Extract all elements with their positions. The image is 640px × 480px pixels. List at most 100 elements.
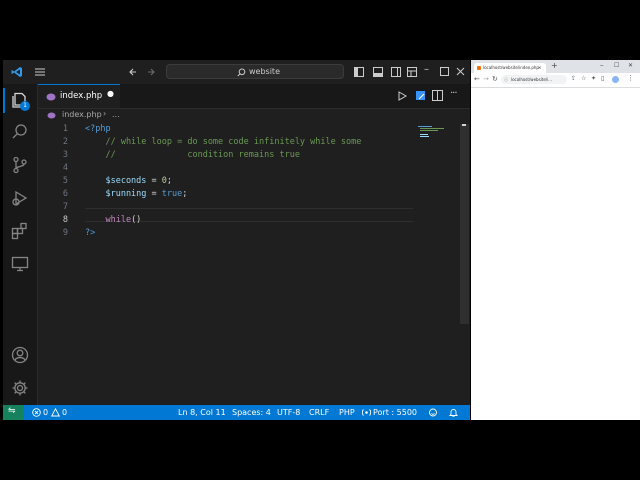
code-line[interactable]: // while loop = do some code infinitely … [85, 137, 361, 147]
vscode-window: website – 1 index.php ● ··· index.php › … [3, 60, 470, 420]
search-icon[interactable] [11, 123, 29, 141]
code-line[interactable]: $running = true; [85, 189, 187, 199]
code-token: ; [166, 176, 173, 186]
settings-gear-icon[interactable] [11, 379, 29, 397]
line-number: 3 [62, 150, 68, 160]
code-token: // while loop = do some code infinitely … [85, 137, 362, 147]
code-token: ?> [85, 228, 96, 238]
site-info-icon[interactable]: ⓘ [504, 77, 508, 83]
account-icon[interactable] [11, 346, 29, 364]
code-line[interactable]: $seconds = 0; [85, 176, 172, 186]
remote-indicator[interactable]: ⇋ [3, 405, 23, 420]
toggle-panel-icon[interactable] [373, 67, 383, 77]
run-debug-icon[interactable] [11, 189, 29, 207]
back-arrow-icon[interactable] [128, 67, 138, 77]
browser-maximize-icon[interactable]: ☐ [614, 62, 619, 69]
code-line[interactable]: while() [85, 215, 141, 225]
browser-forward-icon[interactable]: → [483, 75, 489, 83]
code-editor[interactable]: 1 2 3 4 5 6 7 8 9 <?php // while loop = do some … [38, 124, 470, 405]
browser-tab-close-icon[interactable]: ✕ [538, 65, 541, 70]
toggle-secondary-sidebar-icon[interactable] [391, 67, 401, 77]
browser-back-icon[interactable]: ← [474, 75, 480, 83]
title-bar: website – [3, 60, 470, 84]
code-token: $running [85, 189, 147, 199]
error-count[interactable]: 0 [43, 408, 48, 417]
browser-tab[interactable]: localhost/website/index.php ✕ [474, 63, 546, 73]
code-token: while [85, 215, 132, 225]
browser-reload-icon[interactable]: ↻ [492, 75, 498, 83]
forward-arrow-icon[interactable] [146, 67, 156, 77]
code-token: () [131, 215, 142, 225]
address-bar[interactable]: ⓘ localhost/website/i... [501, 75, 567, 84]
maximize-icon[interactable] [440, 67, 449, 76]
active-indicator [3, 88, 5, 113]
browser-menu-icon[interactable]: ⋮ [627, 74, 634, 82]
activity-bar: 1 [3, 84, 38, 405]
breadcrumb-file[interactable]: index.php [62, 110, 102, 119]
code-token: = [146, 176, 162, 186]
browser-close-icon[interactable]: ✕ [628, 62, 633, 69]
notifications-bell-icon[interactable] [449, 408, 458, 417]
encoding[interactable]: UTF-8 [277, 408, 300, 417]
scrollbar-cursor-marker [462, 124, 466, 126]
line-number: 1 [62, 124, 68, 134]
php-file-icon [46, 93, 56, 101]
unsaved-dot-icon[interactable]: ● [107, 89, 114, 98]
new-tab-button[interactable]: + [551, 61, 558, 70]
source-control-icon[interactable] [11, 156, 29, 174]
search-icon [237, 68, 246, 77]
error-icon [32, 408, 41, 417]
bookmark-star-icon[interactable]: ☆ [581, 75, 586, 82]
vscode-logo-icon [11, 67, 22, 77]
toggle-primary-sidebar-icon[interactable] [354, 67, 364, 77]
address-url: localhost/website/i... [511, 77, 553, 82]
code-token: <?php [85, 124, 111, 134]
live-server-port[interactable]: Port : 5500 [373, 408, 417, 417]
line-number: 4 [62, 163, 68, 173]
run-file-icon[interactable] [397, 91, 407, 101]
line-number: 8 [62, 215, 68, 225]
extensions-puzzle-icon[interactable]: ✦ [591, 75, 596, 82]
warning-count[interactable]: 0 [62, 408, 67, 417]
close-icon[interactable] [456, 67, 465, 76]
more-actions-icon[interactable]: ··· [450, 88, 457, 99]
code-line[interactable]: ?> [85, 228, 95, 238]
share-icon[interactable]: ⇪ [571, 75, 576, 82]
side-panel-icon[interactable]: ▯ [601, 75, 604, 82]
tab-index-php[interactable]: index.php ● [38, 84, 120, 108]
open-preview-icon[interactable] [415, 90, 427, 102]
browser-minimize-icon[interactable]: – [600, 61, 604, 69]
browser-toolbar: ← → ↻ ⓘ localhost/website/i... ⇪ ☆ ✦ ▯ ⋮ [471, 73, 640, 88]
editor-tab-bar: index.php ● ··· [38, 84, 470, 109]
code-line[interactable]: <?php [85, 124, 111, 134]
cursor-position[interactable]: Ln 8, Col 11 [178, 408, 226, 417]
menu-icon[interactable] [34, 67, 46, 77]
vertical-scrollbar[interactable] [460, 124, 469, 324]
browser-window: localhost/website/index.php ✕ + – ☐ ✕ ← … [471, 60, 640, 420]
feedback-icon[interactable] [428, 408, 438, 417]
command-center-search[interactable]: website [166, 64, 344, 79]
code-token: true [161, 189, 183, 199]
breadcrumb-separator: › [103, 109, 107, 118]
browser-viewport[interactable] [471, 88, 640, 420]
profile-avatar[interactable] [612, 76, 619, 83]
extensions-icon[interactable] [11, 222, 29, 240]
line-number: 6 [62, 189, 68, 199]
customize-layout-icon[interactable] [407, 67, 417, 77]
language-mode[interactable]: PHP [339, 408, 355, 417]
indentation[interactable]: Spaces: 4 [232, 408, 271, 417]
minimize-icon[interactable]: – [424, 64, 429, 75]
remote-explorer-icon[interactable] [11, 255, 29, 273]
code-line[interactable]: // condition remains true [85, 150, 299, 160]
code-token: ; [182, 189, 188, 199]
tab-filename: index.php [60, 91, 103, 101]
minimap[interactable] [416, 124, 459, 154]
breadcrumb-more[interactable]: ... [112, 110, 120, 119]
status-bar: ⇋ 0 0 Ln 8, Col 11 Spaces: 4 UTF-8 CRLF … [3, 405, 470, 420]
end-of-line[interactable]: CRLF [309, 408, 329, 417]
split-editor-icon[interactable] [432, 90, 443, 101]
line-number: 5 [62, 176, 68, 186]
breadcrumb: index.php › ... [38, 109, 470, 123]
code-token: = [146, 189, 162, 199]
browser-tab-strip: localhost/website/index.php ✕ + – ☐ ✕ [471, 60, 640, 73]
